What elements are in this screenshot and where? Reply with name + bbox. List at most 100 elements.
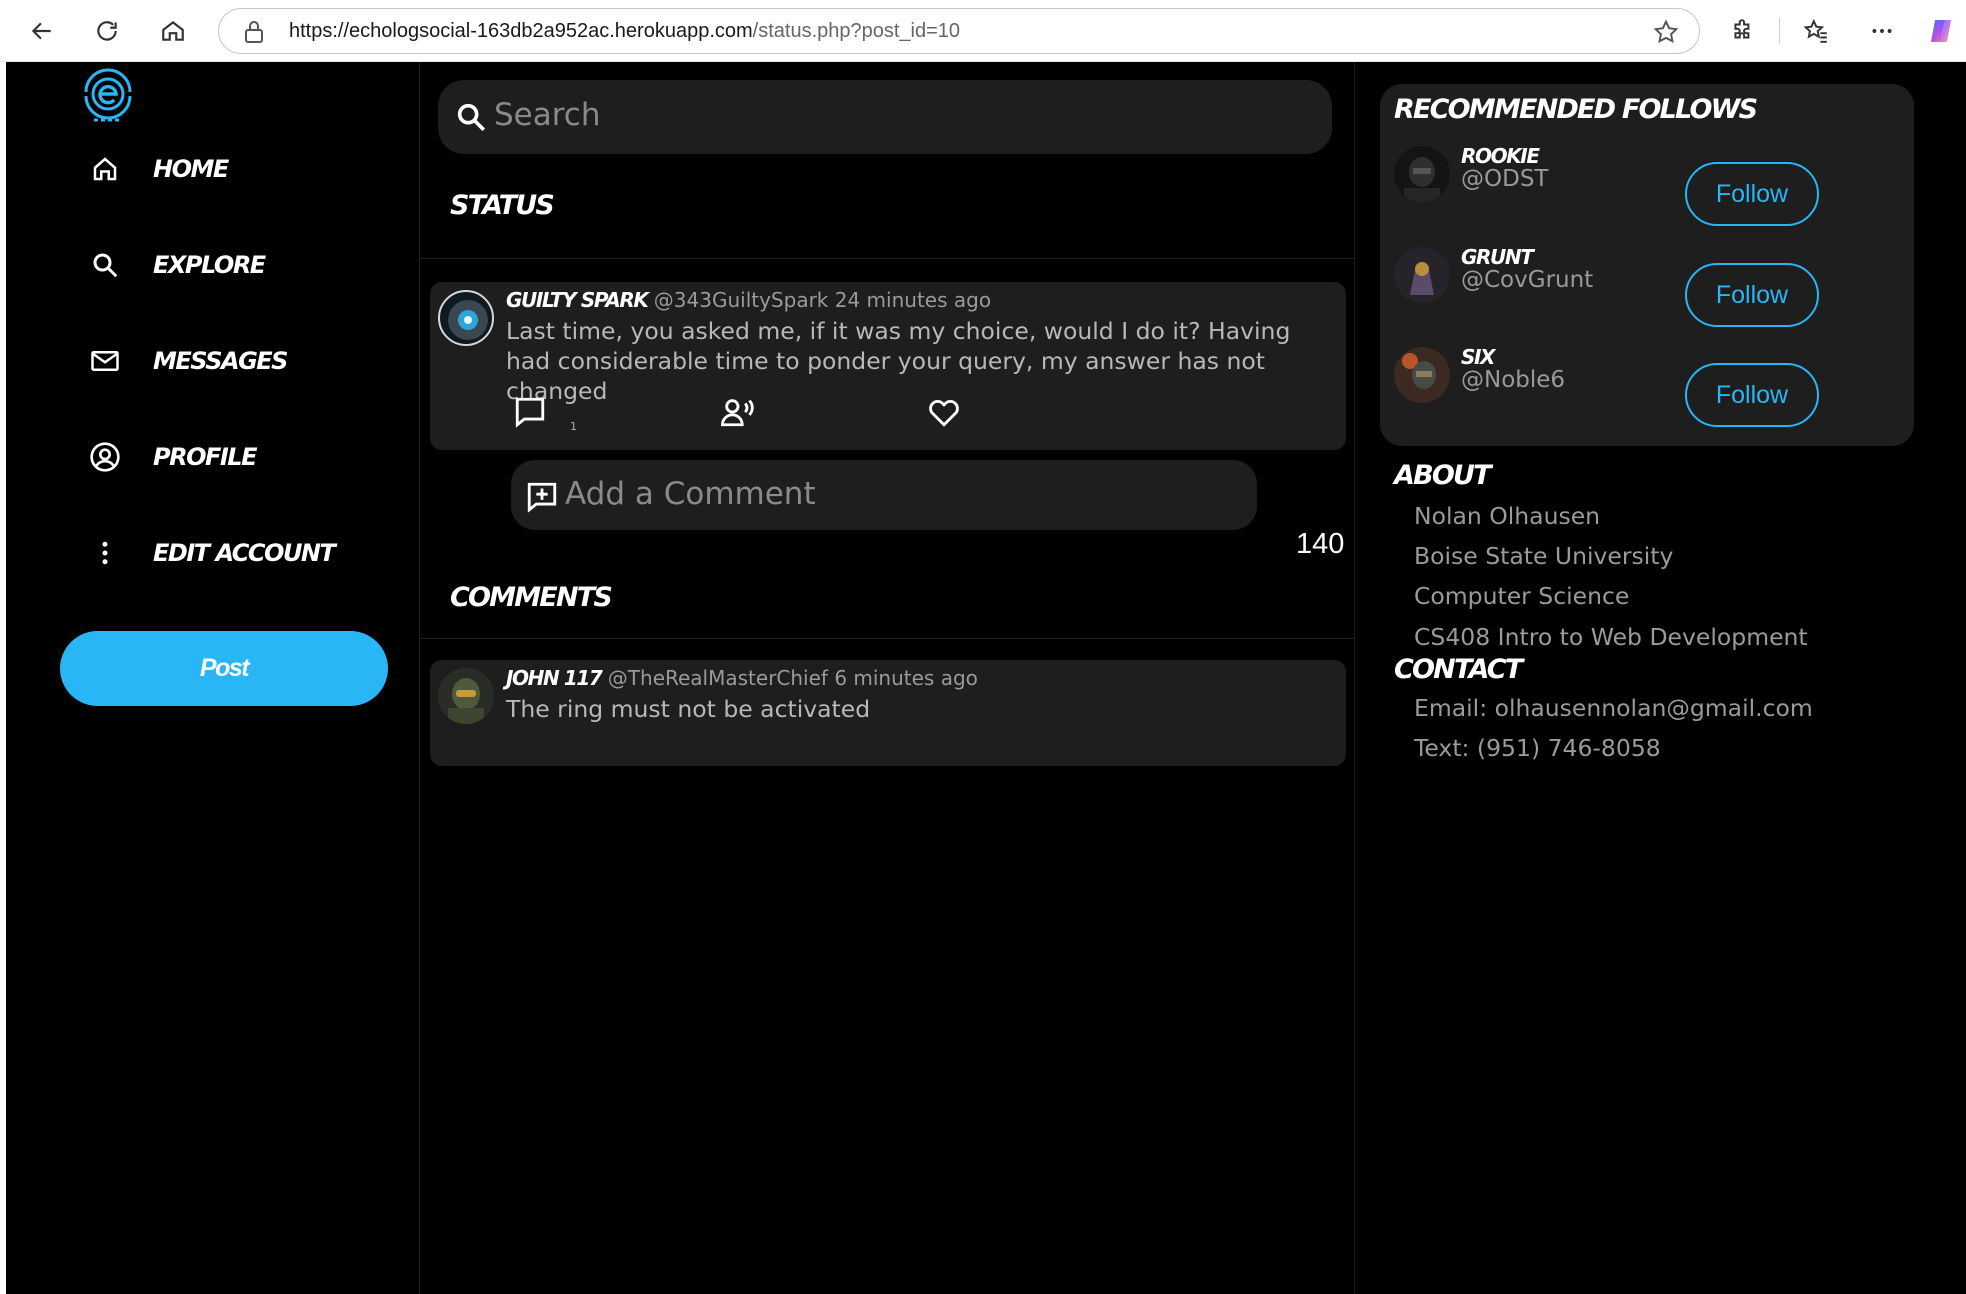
post-author-line: Guilty Spark @343GuiltySpark 24 minutes … bbox=[506, 288, 991, 312]
lock-icon bbox=[245, 21, 263, 43]
post-button[interactable]: Post bbox=[60, 631, 388, 706]
comment-input[interactable]: Add a Comment bbox=[511, 460, 1257, 530]
avatar[interactable] bbox=[438, 668, 494, 724]
back-button[interactable] bbox=[24, 13, 60, 49]
comment-text: The ring must not be activated bbox=[506, 695, 871, 723]
more-button[interactable] bbox=[1864, 13, 1900, 49]
search-icon bbox=[457, 103, 486, 132]
comment-button[interactable] bbox=[512, 394, 548, 430]
home-button[interactable] bbox=[155, 13, 191, 49]
comment-item: John 117 @TheRealMasterChief 6 minutes a… bbox=[430, 660, 1346, 766]
comment-timestamp: 6 minutes ago bbox=[834, 666, 978, 690]
recommended-user: Grunt @CovGrunt Follow bbox=[1394, 245, 1904, 327]
recommended-user-handle[interactable]: @Noble6 bbox=[1461, 367, 1565, 393]
avatar[interactable] bbox=[438, 290, 494, 346]
comment-placeholder: Add a Comment bbox=[565, 476, 816, 512]
about-line: Nolan Olhausen bbox=[1414, 502, 1601, 530]
guilty-spark-avatar-icon bbox=[448, 300, 488, 340]
contact-email: Email: olhausennolan@gmail.com bbox=[1414, 694, 1813, 722]
comment-author-name[interactable]: John 117 bbox=[506, 666, 603, 690]
reload-icon bbox=[97, 21, 117, 41]
search-input[interactable]: Search bbox=[438, 80, 1332, 154]
home-icon bbox=[88, 152, 122, 186]
search-icon bbox=[88, 248, 122, 282]
echo-button[interactable] bbox=[718, 394, 758, 430]
sidebar-item-label: Edit Account bbox=[153, 539, 336, 567]
favorites-icon bbox=[1803, 18, 1827, 43]
arrow-left-icon bbox=[31, 22, 51, 40]
recommended-user-handle[interactable]: @CovGrunt bbox=[1461, 267, 1593, 293]
about-line: CS408 Intro to Web Development bbox=[1414, 623, 1808, 651]
browser-toolbar: https://echologsocial-163db2a952ac.herok… bbox=[0, 0, 1966, 62]
extensions-button[interactable] bbox=[1725, 13, 1761, 49]
recommended-follows-panel: Recommended Follows Rookie @ODST Follow … bbox=[1380, 84, 1914, 446]
recommended-user: Six @Noble6 Follow bbox=[1394, 345, 1904, 427]
recommended-user-name[interactable]: Grunt bbox=[1461, 245, 1534, 269]
sidebar-item-label: Profile bbox=[153, 443, 257, 471]
avatar[interactable] bbox=[1394, 247, 1450, 303]
recommended-user-name[interactable]: Rookie bbox=[1461, 144, 1540, 168]
recommended-follows-title: Recommended Follows bbox=[1394, 94, 1758, 125]
follow-button[interactable]: Follow bbox=[1685, 363, 1819, 427]
search-placeholder: Search bbox=[494, 97, 601, 133]
about-line: Boise State University bbox=[1414, 542, 1674, 570]
comment-count: 1 bbox=[570, 420, 577, 433]
recommended-user-handle[interactable]: @ODST bbox=[1461, 166, 1548, 192]
add-comment-icon bbox=[527, 482, 557, 513]
grunt-avatar-icon bbox=[1394, 247, 1450, 303]
comment-author-handle[interactable]: @TheRealMasterChief bbox=[608, 666, 828, 690]
copilot-icon bbox=[1931, 20, 1951, 42]
contact-phone: Text: (951) 746-8058 bbox=[1414, 734, 1661, 762]
puzzle-icon bbox=[1734, 19, 1750, 39]
more-vertical-icon bbox=[88, 536, 122, 570]
sidebar-item-profile[interactable]: Profile bbox=[88, 432, 257, 482]
divider bbox=[420, 638, 1354, 639]
comment-author-line: John 117 @TheRealMasterChief 6 minutes a… bbox=[506, 666, 978, 690]
url-text: https://echologsocial-163db2a952ac.herok… bbox=[289, 20, 961, 42]
sidebar-item-label: Messages bbox=[153, 347, 288, 375]
echo-logo[interactable] bbox=[76, 62, 140, 126]
sidebar-item-label: Home bbox=[153, 155, 229, 183]
post-author-handle[interactable]: @343GuiltySpark bbox=[654, 288, 829, 312]
star-icon[interactable] bbox=[1653, 19, 1679, 45]
follow-button[interactable]: Follow bbox=[1685, 263, 1819, 327]
noble-six-avatar-icon bbox=[1394, 347, 1450, 403]
sidebar-item-messages[interactable]: Messages bbox=[88, 336, 288, 386]
address-bar[interactable]: https://echologsocial-163db2a952ac.herok… bbox=[218, 8, 1700, 54]
contact-title: Contact bbox=[1394, 654, 1523, 685]
sidebar-item-edit-account[interactable]: Edit Account bbox=[88, 528, 336, 578]
reload-button[interactable] bbox=[89, 13, 125, 49]
more-horizontal-icon bbox=[1872, 29, 1892, 33]
status-post: Guilty Spark @343GuiltySpark 24 minutes … bbox=[430, 282, 1346, 450]
recommended-user: Rookie @ODST Follow bbox=[1394, 144, 1904, 226]
echo-e-logo-icon bbox=[84, 68, 132, 122]
divider bbox=[420, 258, 1354, 259]
post-text: Last time, you asked me, if it was my ch… bbox=[506, 317, 1291, 405]
like-button[interactable] bbox=[926, 394, 962, 430]
post-author-name[interactable]: Guilty Spark bbox=[506, 288, 649, 312]
echo-icon bbox=[720, 399, 754, 427]
mail-icon bbox=[88, 344, 122, 378]
left-column-divider bbox=[419, 62, 420, 1294]
character-counter: 140 bbox=[1296, 528, 1345, 560]
favorites-button[interactable] bbox=[1798, 13, 1834, 49]
avatar[interactable] bbox=[1394, 146, 1450, 202]
avatar[interactable] bbox=[1394, 347, 1450, 403]
post-timestamp: 24 minutes ago bbox=[834, 288, 992, 312]
comments-title: Comments bbox=[450, 582, 613, 613]
master-chief-avatar-icon bbox=[438, 668, 494, 724]
odst-avatar-icon bbox=[1394, 146, 1450, 202]
app-root: Home Explore Messages Profile Edit Accou… bbox=[6, 62, 1966, 1294]
about-line: Computer Science bbox=[1414, 582, 1630, 610]
right-column-divider bbox=[1354, 62, 1355, 1294]
copilot-button[interactable] bbox=[1924, 13, 1960, 49]
profile-icon bbox=[88, 440, 122, 474]
sidebar-item-explore[interactable]: Explore bbox=[88, 240, 266, 290]
recommended-user-name[interactable]: Six bbox=[1461, 345, 1495, 369]
sidebar-item-home[interactable]: Home bbox=[88, 144, 229, 194]
status-title: Status bbox=[450, 190, 555, 221]
sidebar-item-label: Explore bbox=[153, 251, 266, 279]
follow-button[interactable]: Follow bbox=[1685, 162, 1819, 226]
comment-icon bbox=[515, 397, 545, 428]
heart-icon bbox=[929, 399, 959, 427]
